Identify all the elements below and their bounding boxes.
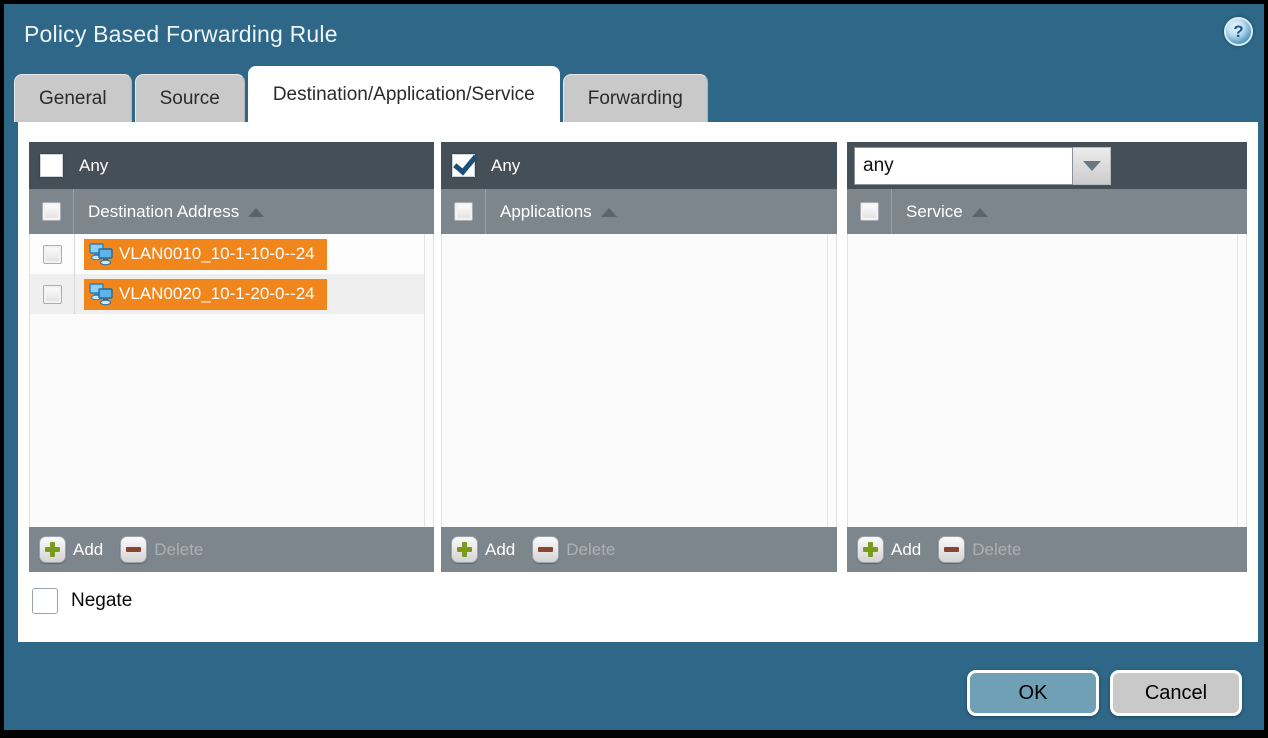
panels-container: Any Destination Address bbox=[29, 142, 1247, 572]
add-icon[interactable] bbox=[39, 536, 66, 563]
tab-general[interactable]: General bbox=[14, 74, 132, 122]
destination-address-panel: Any Destination Address bbox=[29, 142, 434, 572]
destination-column-header: Destination Address bbox=[29, 189, 434, 234]
negate-row: Negate bbox=[32, 588, 132, 614]
delete-button[interactable]: Delete bbox=[566, 540, 615, 560]
destination-any-bar: Any bbox=[29, 142, 434, 189]
destination-address-item[interactable]: VLAN0020_10-1-20-0--24 bbox=[84, 279, 327, 310]
negate-label: Negate bbox=[71, 590, 132, 612]
destination-any-checkbox[interactable] bbox=[40, 154, 63, 177]
negate-checkbox[interactable] bbox=[32, 588, 58, 614]
service-select-all-checkbox[interactable] bbox=[860, 202, 879, 221]
destination-column-title: Destination Address bbox=[88, 202, 239, 222]
service-column-header: Service bbox=[847, 189, 1247, 234]
add-button[interactable]: Add bbox=[485, 540, 515, 560]
service-dropdown-bar: any bbox=[847, 142, 1247, 189]
add-button[interactable]: Add bbox=[891, 540, 921, 560]
chevron-down-icon bbox=[1083, 161, 1101, 171]
row-checkbox[interactable] bbox=[43, 285, 62, 304]
delete-button[interactable]: Delete bbox=[972, 540, 1021, 560]
delete-icon[interactable] bbox=[532, 536, 559, 563]
service-list bbox=[847, 234, 1247, 527]
applications-any-bar: Any bbox=[441, 142, 837, 189]
destination-address-item[interactable]: VLAN0010_10-1-10-0--24 bbox=[84, 239, 327, 270]
destination-address-label: VLAN0010_10-1-10-0--24 bbox=[119, 244, 315, 264]
applications-column-title: Applications bbox=[500, 202, 592, 222]
tab-source[interactable]: Source bbox=[135, 74, 245, 122]
delete-icon[interactable] bbox=[938, 536, 965, 563]
dialog-title: Policy Based Forwarding Rule bbox=[24, 21, 338, 48]
destination-select-all-checkbox[interactable] bbox=[42, 202, 61, 221]
add-button[interactable]: Add bbox=[73, 540, 103, 560]
network-address-icon bbox=[88, 242, 114, 266]
sort-ascending-icon[interactable] bbox=[248, 208, 264, 217]
service-dropdown-value[interactable]: any bbox=[854, 147, 1073, 185]
table-row: VLAN0020_10-1-20-0--24 bbox=[30, 274, 424, 314]
destination-list: VLAN0010_10-1-10-0--24 bbox=[29, 234, 434, 527]
delete-icon[interactable] bbox=[120, 536, 147, 563]
applications-any-label: Any bbox=[491, 156, 520, 176]
service-column-title: Service bbox=[906, 202, 963, 222]
service-panel: any Service Add Delete bbox=[847, 142, 1247, 572]
applications-list bbox=[441, 234, 837, 527]
applications-actions-bar: Add Delete bbox=[441, 527, 837, 572]
service-dropdown[interactable]: any bbox=[854, 147, 1111, 185]
destination-actions-bar: Add Delete bbox=[29, 527, 434, 572]
destination-address-label: VLAN0020_10-1-20-0--24 bbox=[119, 284, 315, 304]
ok-button[interactable]: OK bbox=[967, 670, 1099, 716]
service-actions-bar: Add Delete bbox=[847, 527, 1247, 572]
applications-select-all-checkbox[interactable] bbox=[454, 202, 473, 221]
destination-any-label: Any bbox=[79, 156, 108, 176]
applications-panel: Any Applications Add Delete bbox=[441, 142, 837, 572]
cancel-button[interactable]: Cancel bbox=[1110, 670, 1242, 716]
sort-ascending-icon[interactable] bbox=[601, 208, 617, 217]
add-icon[interactable] bbox=[857, 536, 884, 563]
applications-any-checkbox[interactable] bbox=[452, 154, 475, 177]
tab-destination-application-service[interactable]: Destination/Application/Service bbox=[248, 66, 560, 122]
dropdown-button[interactable] bbox=[1073, 147, 1111, 185]
sort-ascending-icon[interactable] bbox=[972, 208, 988, 217]
add-icon[interactable] bbox=[451, 536, 478, 563]
network-address-icon bbox=[88, 282, 114, 306]
row-checkbox[interactable] bbox=[43, 245, 62, 264]
table-row: VLAN0010_10-1-10-0--24 bbox=[30, 234, 424, 274]
help-icon[interactable]: ? bbox=[1224, 17, 1253, 46]
policy-based-forwarding-dialog: Policy Based Forwarding Rule ? General S… bbox=[0, 0, 1268, 738]
delete-button[interactable]: Delete bbox=[154, 540, 203, 560]
tab-content: Any Destination Address bbox=[18, 122, 1258, 642]
applications-column-header: Applications bbox=[441, 189, 837, 234]
tab-forwarding[interactable]: Forwarding bbox=[563, 74, 708, 122]
tab-bar: General Source Destination/Application/S… bbox=[14, 66, 708, 122]
